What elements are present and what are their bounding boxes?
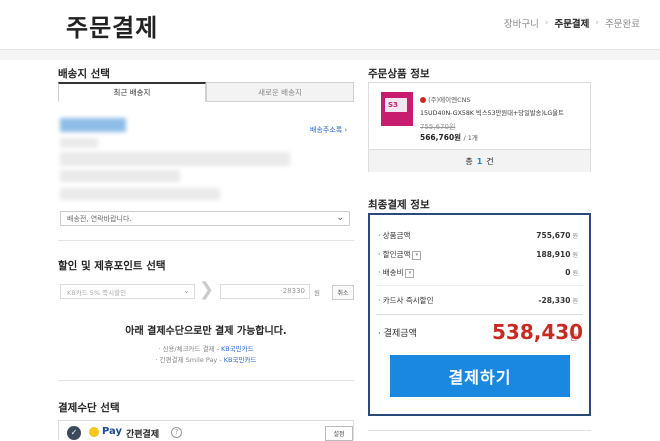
won-unit: 원 [572,270,578,277]
original-price: 755,670원 [420,123,456,131]
summary-value: 755,670 [536,231,571,240]
breadcrumb-complete: 주문완료 [605,19,640,30]
smilepay-label: 간편결제 [126,430,160,440]
breadcrumb-checkout: 주문결제 [554,19,590,30]
breadcrumb: 장바구니 › 주문결제 › 주문완료 [504,16,640,30]
expand-icon[interactable]: ▾ [405,268,415,278]
seller-name: (주)에이엔CNS [428,96,471,104]
summary-row-discount-amount: · 할인금액 ▾ 188,910 원 [378,249,578,260]
product-image-label: S3 [388,101,398,109]
page-title: 주문결제 [66,14,159,42]
seller-icon [420,97,426,103]
section-divider [58,380,354,381]
section-divider [58,240,354,241]
payment-note-smilepay-text: · 간편결제 Smile Pay - [155,356,224,364]
header-strip [0,50,660,60]
shipping-tabs: 최근 배송지 새로운 배송지 [58,82,354,102]
card-discount-value: KB카드 5% 즉시할인 [67,288,127,297]
tab-new-address[interactable]: 새로운 배송지 [206,82,354,102]
address-blur-3 [60,170,180,182]
total-label: 총 [465,156,473,166]
product-image[interactable]: S3 [381,92,413,126]
discount-cancel-button[interactable]: 취소 [332,285,354,300]
shipping-section-title: 배송지 선택 [58,68,110,80]
payment-note-smilepay: · 간편결제 Smile Pay - KB국민카드 [58,354,354,364]
address-blur-1 [60,138,98,148]
payment-method-section-title: 결제수단 선택 [58,402,120,414]
help-icon[interactable]: ? [171,427,182,438]
total-count: 1 [476,156,483,166]
payment-note-smilepay-link: KB국민카드 [223,356,257,364]
delivery-memo-value: 배송전, 연락바랍니다. [67,214,132,223]
arrow-right-icon: ❯ [199,279,215,300]
smilepay-settings-button[interactable]: 설정 [325,426,353,441]
summary-label: · 배송비 ▾ [378,267,415,278]
final-amount-unit: 원 [570,333,578,342]
delivery-memo-select[interactable]: 배송전, 연락바랍니다. ⌄ [60,211,350,226]
pay-logo-text: Pay [102,426,123,437]
address-book-link[interactable]: 배송주소록 › [310,125,347,135]
summary-section-title: 최종결제 정보 [368,199,430,211]
card-discount-select[interactable]: KB카드 5% 즉시할인 ⌄ [60,284,195,299]
pay-button[interactable]: 결제하기 [390,355,570,397]
order-product-section-title: 주문상품 정보 [368,68,430,80]
tab-recent-address[interactable]: 최근 배송지 [58,82,206,102]
final-amount-label: · 결제금액 [378,329,417,339]
summary-label: · 상품금액 [378,231,411,240]
summary-row-shipping: · 배송비 ▾ 0원 [378,267,578,278]
check-icon[interactable]: ✓ [67,426,81,440]
phone-blurred [60,188,220,200]
payment-note-card-link: KB국민카드 [221,345,254,353]
payment-restriction-message: 아래 결제수단으로만 결제 가능합니다. [125,326,287,337]
summary-value: 188,910 [536,250,571,259]
summary-value: -28,330 [538,296,571,305]
chevron-down-icon: ⌄ [183,286,190,295]
won-unit: 원 [572,298,578,305]
sale-price-row: 566,760원 / 1개 [420,132,478,143]
summary-divider [376,314,583,315]
sale-price: 566,760원 [420,133,462,142]
address-blur-2 [60,152,290,166]
summary-label: · 할인금액 ▾ [378,249,422,260]
summary-value: 0 [565,268,571,277]
total-unit: 건 [486,156,494,166]
summary-label: · 카드사 즉시할인 [378,296,434,305]
quantity: / 1개 [463,134,478,142]
chevron-right-icon: › [595,18,600,28]
smilepay-logo-icon [89,427,99,437]
won-unit: 원 [314,289,320,297]
product-total-count: 총 1 건 [369,149,590,172]
product-name[interactable]: 15UD40N-GX58K 빅스53만원대+당일발송)LG울트 [420,108,585,117]
discount-section-title: 할인 및 제휴포인트 선택 [58,260,166,272]
chevron-down-icon: ⌄ [336,213,344,223]
won-unit: 원 [572,233,578,240]
expand-icon[interactable]: ▾ [412,250,422,260]
breadcrumb-cart[interactable]: 장바구니 [504,16,539,30]
discount-amount-field: -28330 [220,284,310,299]
payment-note-card-text: · 신용/체크카드 결제 - [158,345,222,353]
smilepay-option[interactable]: ✓ Pay 간편결제 ? 설정 [58,420,354,441]
summary-row-product-amount: · 상품금액 755,670 원 [378,230,578,241]
won-unit: 원 [572,252,578,259]
seller-row: (주)에이엔CNS [420,94,471,104]
section-divider [368,430,591,431]
recipient-name-blurred [60,118,126,132]
summary-divider [376,285,583,286]
payment-note-card: · 신용/체크카드 결제 - KB국민카드 [58,343,354,353]
summary-row-card-discount: · 카드사 즉시할인 -28,330 원 [378,295,578,306]
chevron-right-icon: › [544,18,549,28]
